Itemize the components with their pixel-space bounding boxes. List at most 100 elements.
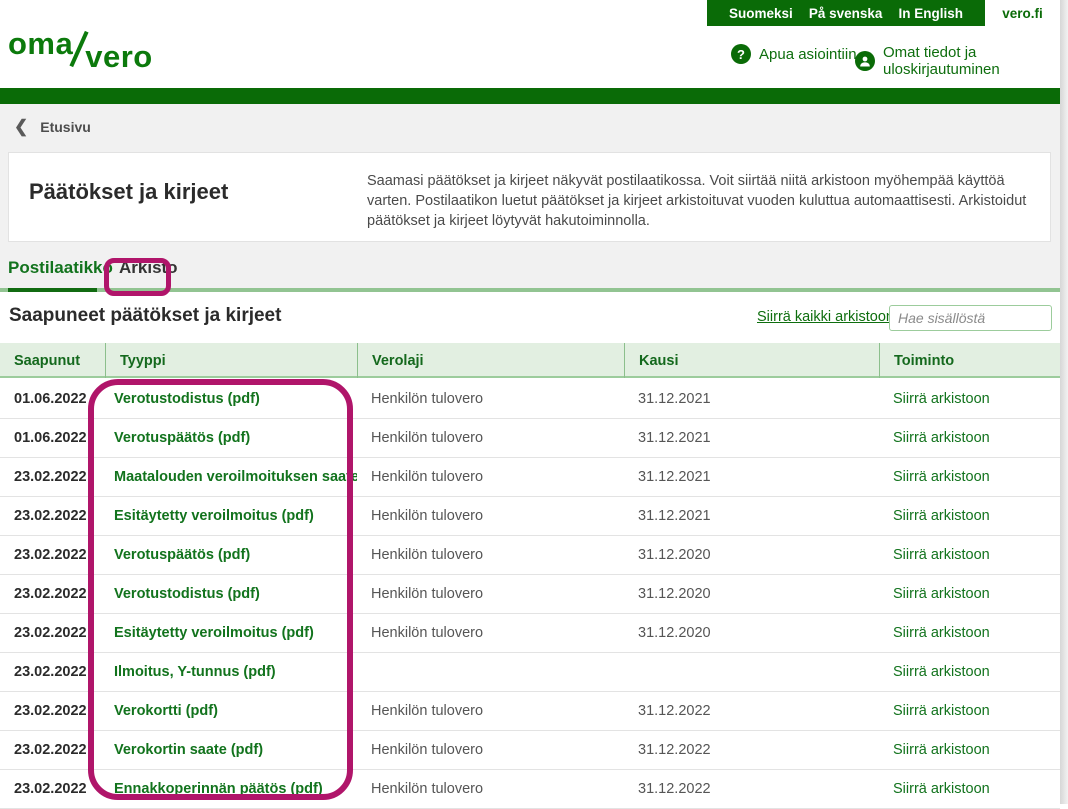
page-description: Saamasi päätökset ja kirjeet näkyvät pos…	[367, 171, 1049, 231]
lang-suomeksi[interactable]: Suomeksi	[729, 6, 793, 21]
language-bar: Suomeksi På svenska In English	[707, 0, 985, 26]
cell-tyyppi-document-link[interactable]: Verokortin saate (pdf)	[105, 742, 357, 758]
archive-all-link[interactable]: Siirrä kaikki arkistoon	[757, 309, 894, 325]
cell-saapunut-date: 23.02.2022	[0, 508, 105, 524]
cell-tyyppi-document-link[interactable]: Esitäytetty veroilmoitus (pdf)	[105, 508, 357, 524]
column-header-tyyppi[interactable]: Tyyppi	[105, 343, 357, 378]
help-link-label: Apua asiointiin	[759, 46, 857, 63]
cell-tyyppi-document-link[interactable]: Verokortti (pdf)	[105, 703, 357, 719]
cell-saapunut-date: 01.06.2022	[0, 391, 105, 407]
cell-kausi: 31.12.2020	[624, 586, 879, 602]
cell-kausi: 31.12.2021	[624, 508, 879, 524]
cell-kausi: 31.12.2021	[624, 469, 879, 485]
cell-saapunut-date: 23.02.2022	[0, 664, 105, 680]
cell-verolaji: Henkilön tulovero	[357, 508, 624, 524]
cell-verolaji: Henkilön tulovero	[357, 781, 624, 797]
inbox-heading: Saapuneet päätökset ja kirjeet	[9, 305, 281, 327]
cell-kausi: 31.12.2021	[624, 391, 879, 407]
cell-siirra-arkistoon-link[interactable]: Siirrä arkistoon	[879, 508, 1060, 524]
table-row: 23.02.2022 Verokortin saate (pdf) Henkil…	[0, 731, 1060, 770]
table-row: 01.06.2022 Verotustodistus (pdf) Henkilö…	[0, 380, 1060, 419]
page-intro-card: Päätökset ja kirjeet Saamasi päätökset j…	[8, 152, 1051, 242]
cell-kausi: 31.12.2020	[624, 625, 879, 641]
search-input[interactable]	[889, 305, 1052, 331]
cell-verolaji: Henkilön tulovero	[357, 469, 624, 485]
cell-saapunut-date: 23.02.2022	[0, 547, 105, 563]
page-subheader-area: ❮ Etusivu Päätökset ja kirjeet Saamasi p…	[0, 104, 1060, 292]
table-row: 23.02.2022 Esitäytetty veroilmoitus (pdf…	[0, 497, 1060, 536]
column-header-saapunut[interactable]: Saapunut	[0, 343, 105, 378]
cell-verolaji: Henkilön tulovero	[357, 391, 624, 407]
cell-saapunut-date: 23.02.2022	[0, 586, 105, 602]
cell-siirra-arkistoon-link[interactable]: Siirrä arkistoon	[879, 664, 1060, 680]
cell-tyyppi-document-link[interactable]: Verotustodistus (pdf)	[105, 391, 357, 407]
cell-verolaji: Henkilön tulovero	[357, 430, 624, 446]
cell-kausi: 31.12.2020	[624, 547, 879, 563]
logo-text-oma: oma	[8, 26, 73, 61]
tab-arkisto[interactable]: Arkisto	[119, 258, 178, 278]
question-mark-icon: ?	[731, 44, 751, 64]
cell-siirra-arkistoon-link[interactable]: Siirrä arkistoon	[879, 547, 1060, 563]
green-divider-bar	[0, 88, 1060, 104]
inbox-section: Saapuneet päätökset ja kirjeet Siirrä ka…	[0, 292, 1060, 804]
breadcrumb-label: Etusivu	[40, 119, 91, 135]
cell-siirra-arkistoon-link[interactable]: Siirrä arkistoon	[879, 625, 1060, 641]
table-row: 23.02.2022 Esitäytetty veroilmoitus (pdf…	[0, 614, 1060, 653]
cell-siirra-arkistoon-link[interactable]: Siirrä arkistoon	[879, 586, 1060, 602]
cell-tyyppi-document-link[interactable]: Verotuspäätös (pdf)	[105, 430, 357, 446]
column-header-toiminto[interactable]: Toiminto	[879, 343, 1060, 378]
verofi-link[interactable]: vero.fi	[985, 0, 1060, 26]
cell-siirra-arkistoon-link[interactable]: Siirrä arkistoon	[879, 430, 1060, 446]
cell-siirra-arkistoon-link[interactable]: Siirrä arkistoon	[879, 742, 1060, 758]
cell-kausi: 31.12.2021	[624, 430, 879, 446]
page-title: Päätökset ja kirjeet	[29, 179, 228, 205]
table-row: 23.02.2022 Ennakkoperinnän päätös (pdf) …	[0, 770, 1060, 809]
cell-kausi: 31.12.2022	[624, 742, 879, 758]
cell-tyyppi-document-link[interactable]: Verotustodistus (pdf)	[105, 586, 357, 602]
table-row: 23.02.2022 Ilmoitus, Y-tunnus (pdf) Siir…	[0, 653, 1060, 692]
omavero-logo[interactable]: omavero	[8, 26, 153, 62]
top-header: omavero Suomeksi På svenska In English v…	[0, 0, 1060, 88]
cell-tyyppi-document-link[interactable]: Ennakkoperinnän päätös (pdf)	[105, 781, 357, 797]
table-row: 23.02.2022 Maatalouden veroilmoituksen s…	[0, 458, 1060, 497]
cell-saapunut-date: 23.02.2022	[0, 625, 105, 641]
table-row: 23.02.2022 Verotustodistus (pdf) Henkilö…	[0, 575, 1060, 614]
cell-tyyppi-document-link[interactable]: Ilmoitus, Y-tunnus (pdf)	[105, 664, 357, 680]
column-header-kausi[interactable]: Kausi	[624, 343, 879, 378]
cell-verolaji: Henkilön tulovero	[357, 625, 624, 641]
cell-saapunut-date: 01.06.2022	[0, 430, 105, 446]
cell-siirra-arkistoon-link[interactable]: Siirrä arkistoon	[879, 469, 1060, 485]
column-header-verolaji[interactable]: Verolaji	[357, 343, 624, 378]
table-header-row: Saapunut Tyyppi Verolaji Kausi Toiminto	[0, 343, 1060, 378]
user-icon	[855, 51, 875, 71]
cell-siirra-arkistoon-link[interactable]: Siirrä arkistoon	[879, 781, 1060, 797]
cell-verolaji: Henkilön tulovero	[357, 586, 624, 602]
cell-verolaji: Henkilön tulovero	[357, 547, 624, 563]
tab-bar: Postilaatikko Arkisto	[0, 242, 1060, 292]
window-edge-strip	[1060, 0, 1068, 804]
tab-postilaatikko[interactable]: Postilaatikko	[8, 258, 113, 278]
cell-verolaji: Henkilön tulovero	[357, 742, 624, 758]
cell-kausi: 31.12.2022	[624, 781, 879, 797]
cell-saapunut-date: 23.02.2022	[0, 703, 105, 719]
account-link-label: Omat tiedot ja uloskirjautuminen	[883, 44, 1060, 78]
cell-siirra-arkistoon-link[interactable]: Siirrä arkistoon	[879, 703, 1060, 719]
help-link[interactable]: ? Apua asiointiin	[731, 44, 857, 64]
cell-verolaji: Henkilön tulovero	[357, 703, 624, 719]
account-link[interactable]: Omat tiedot ja uloskirjautuminen	[855, 44, 1060, 78]
lang-in-english[interactable]: In English	[898, 6, 963, 21]
cell-tyyppi-document-link[interactable]: Verotuspäätös (pdf)	[105, 547, 357, 563]
table-row: 23.02.2022 Verokortti (pdf) Henkilön tul…	[0, 692, 1060, 731]
breadcrumb-back-etusivu[interactable]: ❮ Etusivu	[14, 118, 91, 135]
cell-kausi: 31.12.2022	[624, 703, 879, 719]
cell-tyyppi-document-link[interactable]: Esitäytetty veroilmoitus (pdf)	[105, 625, 357, 641]
logo-text-vero: vero	[85, 39, 152, 74]
table-body: 01.06.2022 Verotustodistus (pdf) Henkilö…	[0, 380, 1060, 809]
lang-pa-svenska[interactable]: På svenska	[809, 6, 883, 21]
cell-saapunut-date: 23.02.2022	[0, 469, 105, 485]
cell-tyyppi-document-link[interactable]: Maatalouden veroilmoituksen saate (pdf)	[105, 469, 357, 485]
cell-siirra-arkistoon-link[interactable]: Siirrä arkistoon	[879, 391, 1060, 407]
cell-saapunut-date: 23.02.2022	[0, 742, 105, 758]
active-tab-indicator	[8, 288, 97, 292]
table-row: 01.06.2022 Verotuspäätös (pdf) Henkilön …	[0, 419, 1060, 458]
